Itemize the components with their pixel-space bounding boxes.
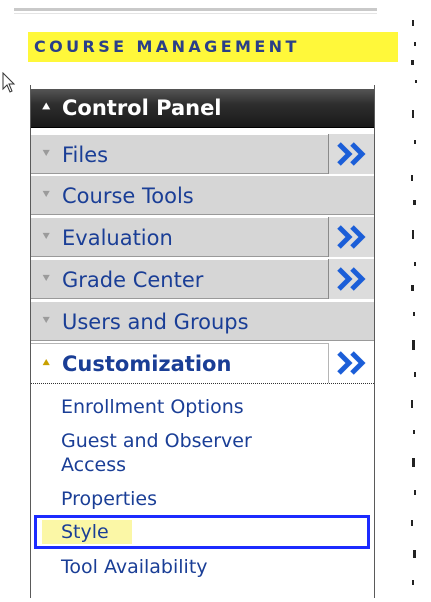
- sub-item-guest-and-observer-access-line2[interactable]: Access: [61, 454, 126, 477]
- mouse-pointer-icon: [2, 71, 16, 98]
- sub-item-tool-availability[interactable]: Tool Availability: [61, 556, 208, 579]
- double-chevron-right-icon: [337, 142, 366, 166]
- menu-item-files[interactable]: ⯆ Files: [31, 134, 374, 174]
- control-panel-header[interactable]: ⯅ Control Panel: [31, 89, 374, 128]
- menu-item-label: Evaluation: [62, 226, 173, 250]
- expand-customization-button[interactable]: [328, 343, 374, 383]
- double-chevron-down-icon: ⯆: [41, 314, 52, 329]
- expand-files-button[interactable]: [328, 134, 374, 174]
- double-chevron-up-icon: ⯅: [41, 356, 52, 371]
- menu-item-label: Files: [62, 143, 109, 167]
- double-chevron-down-icon: ⯆: [41, 272, 52, 287]
- top-divider-shadow: [14, 13, 377, 14]
- double-chevron-down-icon: ⯆: [41, 147, 52, 162]
- menu-item-customization[interactable]: ⯅ Customization: [31, 343, 374, 384]
- menu-item-grade-center[interactable]: ⯆ Grade Center: [31, 259, 374, 299]
- panel-border-right: [374, 85, 375, 598]
- course-management-heading: COURSE MANAGEMENT: [28, 32, 398, 62]
- menu-item-label: Users and Groups: [62, 310, 249, 334]
- sub-item-style[interactable]: Style: [61, 521, 109, 544]
- double-chevron-down-icon: ⯆: [41, 230, 52, 245]
- expand-grade-center-button[interactable]: [328, 259, 374, 299]
- menu-item-course-tools[interactable]: ⯆ Course Tools: [31, 175, 374, 215]
- double-chevron-up-icon: ⯅: [41, 100, 52, 115]
- double-chevron-right-icon: [337, 225, 366, 249]
- menu-item-users-and-groups[interactable]: ⯆ Users and Groups: [31, 301, 374, 341]
- expand-evaluation-button[interactable]: [328, 217, 374, 257]
- menu-item-evaluation[interactable]: ⯆ Evaluation: [31, 217, 374, 257]
- adjacent-page-edge: [408, 0, 431, 598]
- menu-item-label: Customization: [62, 352, 232, 376]
- sub-item-enrollment-options[interactable]: Enrollment Options: [61, 396, 244, 419]
- sub-item-properties[interactable]: Properties: [61, 488, 157, 511]
- double-chevron-right-icon: [337, 267, 366, 291]
- double-chevron-right-icon: [337, 351, 366, 375]
- double-chevron-down-icon: ⯆: [41, 188, 52, 203]
- control-panel-title: Control Panel: [62, 96, 222, 120]
- sub-item-guest-and-observer-access[interactable]: Guest and Observer: [61, 430, 252, 453]
- course-management-label: COURSE MANAGEMENT: [34, 37, 300, 56]
- menu-item-label: Grade Center: [62, 268, 204, 292]
- top-divider: [14, 8, 377, 11]
- menu-item-label: Course Tools: [62, 184, 194, 208]
